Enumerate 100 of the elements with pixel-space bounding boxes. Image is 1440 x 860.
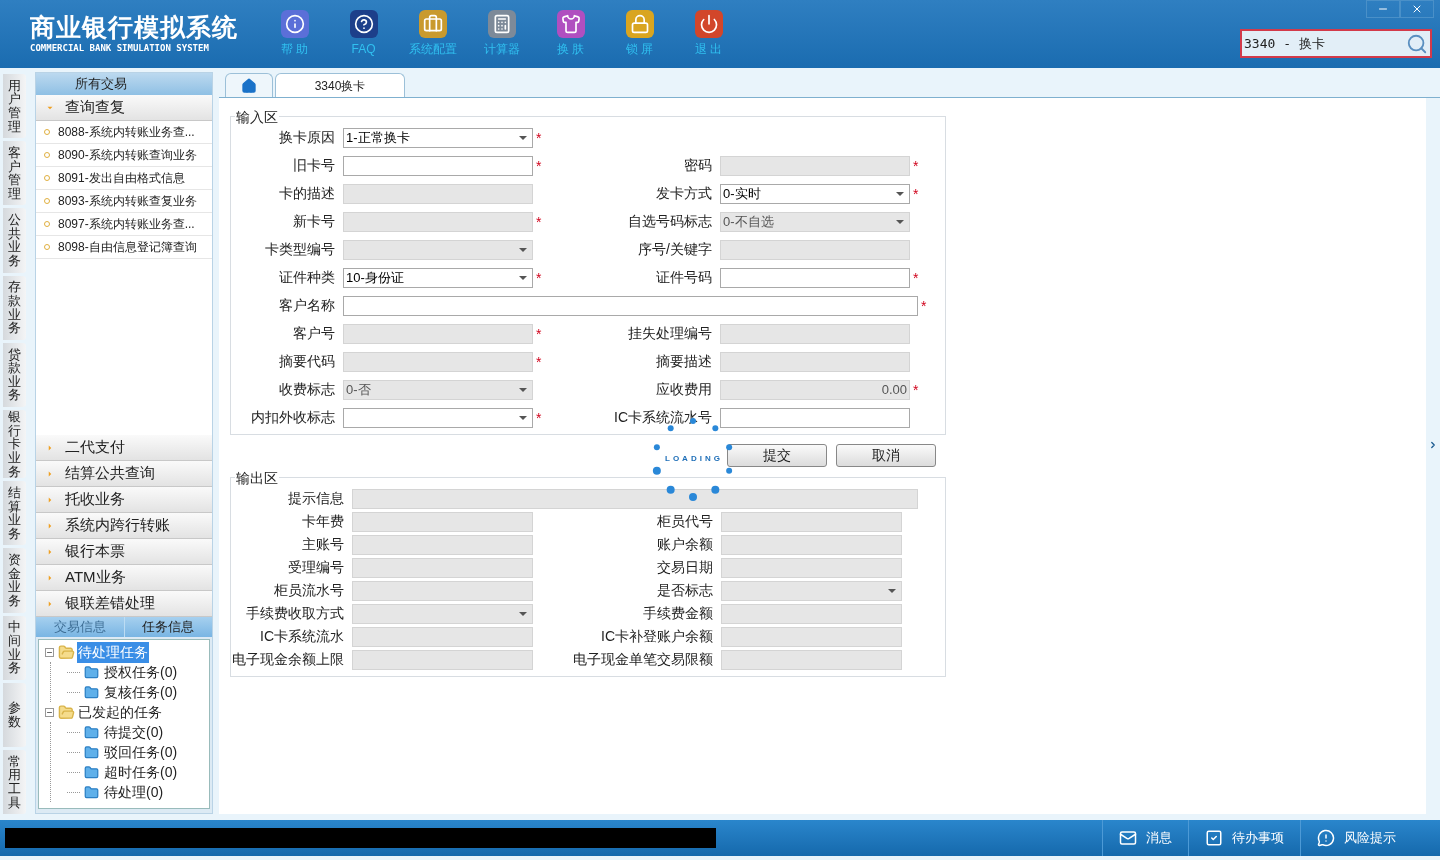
side-tab[interactable]: 存款业务 bbox=[3, 275, 26, 340]
power-icon bbox=[694, 10, 723, 38]
folder-icon bbox=[84, 724, 99, 740]
field-label: 电子现金单笔交易限额 bbox=[572, 650, 714, 669]
field-label: 新卡号 bbox=[292, 212, 336, 231]
folder-icon bbox=[58, 703, 75, 721]
app-subtitle: COMMERCIAL BANK SIMULATION SYSTEM bbox=[30, 42, 210, 56]
menu-item[interactable]: 8093-系统内转账查复业务 bbox=[36, 190, 212, 213]
caret-icon bbox=[519, 275, 527, 280]
accordion-header[interactable]: 银行本票 bbox=[36, 539, 212, 565]
field-label: 自选号码标志 bbox=[627, 212, 713, 231]
required-mark: * bbox=[913, 157, 919, 174]
home-tab[interactable] bbox=[225, 73, 273, 97]
status-button[interactable]: 风险提示 bbox=[1300, 820, 1412, 856]
field-label: 卡的描述 bbox=[278, 184, 336, 203]
required-mark: * bbox=[913, 269, 919, 286]
accordion-header[interactable]: 二代支付 bbox=[36, 435, 212, 461]
caret-icon bbox=[519, 247, 527, 252]
tree-item[interactable]: 待提交(0) bbox=[103, 721, 165, 743]
toolbox-icon bbox=[418, 10, 447, 38]
text-field[interactable] bbox=[343, 295, 918, 316]
tree-item[interactable]: 授权任务(0) bbox=[103, 661, 179, 683]
tree-item[interactable]: 超时任务(0) bbox=[103, 761, 179, 783]
folder-icon bbox=[84, 764, 99, 780]
warning-bubble-icon bbox=[1317, 829, 1335, 847]
field-label: 柜员流水号 bbox=[273, 581, 345, 600]
field-label: 卡年费 bbox=[301, 512, 345, 531]
menu-item[interactable]: 8091-发出自由格式信息 bbox=[36, 167, 212, 190]
field-label: 柜员代号 bbox=[656, 512, 714, 531]
field-label: 电子现金余额上限 bbox=[231, 650, 345, 669]
field-label: 摘要代码 bbox=[278, 352, 336, 371]
caret-icon bbox=[519, 387, 527, 392]
accordion-header[interactable]: 银联差错处理 bbox=[36, 591, 212, 617]
caret-icon bbox=[519, 135, 527, 140]
menu-item[interactable]: 8090-系统内转账查询业务 bbox=[36, 144, 212, 167]
text-field[interactable] bbox=[720, 407, 910, 428]
accordion-header[interactable]: 系统内跨行转账 bbox=[36, 513, 212, 539]
tree-item[interactable]: 驳回任务(0) bbox=[103, 741, 179, 763]
menu-item[interactable]: 8098-自由信息登记簿查询 bbox=[36, 236, 212, 259]
field-label: 是否标志 bbox=[656, 581, 714, 600]
collapse-icon[interactable] bbox=[45, 707, 54, 717]
side-tab[interactable]: 常用工具 bbox=[3, 749, 26, 815]
dropdown[interactable]: 1-正常换卡 bbox=[343, 127, 533, 148]
accordion-header[interactable]: 结算公共查询 bbox=[36, 461, 212, 487]
caret-icon bbox=[888, 588, 896, 593]
field-label: 密码 bbox=[683, 156, 713, 175]
side-tab[interactable]: 资金业务 bbox=[3, 548, 26, 613]
required-mark: * bbox=[536, 409, 542, 426]
side-tab[interactable]: 客户管理 bbox=[3, 141, 26, 206]
home-icon bbox=[241, 77, 257, 94]
action-button[interactable]: 取消 bbox=[836, 444, 936, 467]
page-tab[interactable]: 3340换卡 bbox=[275, 73, 405, 97]
field-label: 证件种类 bbox=[278, 268, 336, 287]
status-button[interactable]: 消息 bbox=[1102, 820, 1188, 856]
accordion-header[interactable]: 托收业务 bbox=[36, 487, 212, 513]
field-label: 手续费收取方式 bbox=[245, 604, 345, 623]
dropdown[interactable]: 0-实时 bbox=[720, 183, 910, 204]
required-mark: * bbox=[913, 381, 919, 398]
required-mark: * bbox=[536, 325, 542, 342]
action-button[interactable]: 提交 bbox=[727, 444, 827, 467]
dropdown[interactable]: 10-身份证 bbox=[343, 267, 533, 288]
field-label: 卡类型编号 bbox=[264, 240, 336, 259]
folder-icon bbox=[84, 784, 99, 800]
required-mark: * bbox=[536, 353, 542, 370]
status-button[interactable]: 待办事项 bbox=[1188, 820, 1300, 856]
dropdown[interactable] bbox=[343, 407, 533, 428]
accordion-header[interactable]: ATM业务 bbox=[36, 565, 212, 591]
accordion-header[interactable]: 查询查复 bbox=[36, 95, 212, 121]
side-tab[interactable]: 银行卡业务 bbox=[3, 409, 26, 479]
panel-tab[interactable]: 任务信息 bbox=[123, 617, 212, 637]
chevron-icon bbox=[1428, 440, 1438, 450]
required-mark: * bbox=[921, 297, 927, 314]
caret-icon bbox=[896, 219, 904, 224]
section-title: 输入区 bbox=[235, 107, 279, 128]
side-tab[interactable]: 公共业务 bbox=[3, 208, 26, 273]
panel-title: 所有交易 bbox=[75, 75, 127, 94]
app-title: 商业银行模拟系统 bbox=[30, 12, 239, 43]
side-tab[interactable]: 结算业务 bbox=[3, 481, 26, 546]
minimize-button[interactable] bbox=[1366, 0, 1400, 18]
tree-item[interactable]: 待处理(0) bbox=[103, 781, 165, 803]
text-field[interactable] bbox=[720, 267, 910, 288]
side-tab[interactable]: 中间业务 bbox=[3, 615, 26, 680]
search-field[interactable]: 3340 - 换卡 bbox=[1240, 29, 1432, 58]
side-tab[interactable]: 贷款业务 bbox=[3, 342, 26, 407]
close-button[interactable] bbox=[1400, 0, 1434, 18]
collapse-icon[interactable] bbox=[45, 647, 54, 657]
field-label: 发卡方式 bbox=[655, 184, 713, 203]
tree-item[interactable]: 已发起的任务 bbox=[77, 701, 163, 723]
field-label: 应收费用 bbox=[655, 380, 713, 399]
menu-item[interactable]: 8088-系统内转账业务查... bbox=[36, 121, 212, 144]
field-label: 客户名称 bbox=[278, 296, 336, 315]
side-tab[interactable]: 参数 bbox=[3, 682, 26, 747]
text-field[interactable] bbox=[343, 155, 533, 176]
caret-icon bbox=[896, 191, 904, 196]
field-label: 挂失处理编号 bbox=[627, 324, 713, 343]
side-tab[interactable]: 用户管理 bbox=[3, 74, 26, 139]
tree-item[interactable]: 复核任务(0) bbox=[103, 681, 179, 703]
search-icon bbox=[1406, 32, 1428, 55]
mail-icon bbox=[1119, 829, 1137, 847]
menu-item[interactable]: 8097-系统内转账业务查... bbox=[36, 213, 212, 236]
